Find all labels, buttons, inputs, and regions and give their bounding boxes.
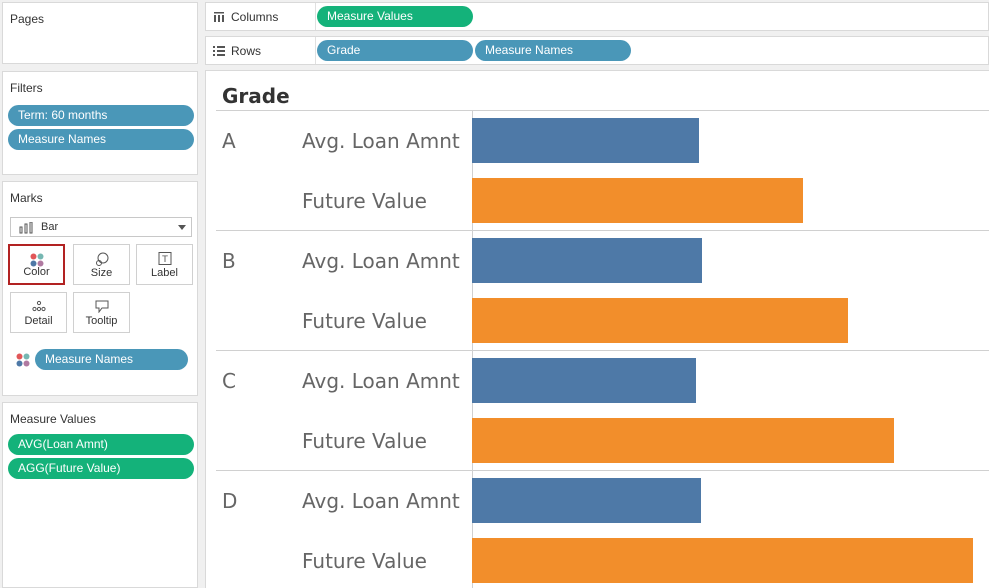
bar-future-value[interactable] [472, 538, 973, 583]
bar-future-value[interactable] [472, 418, 894, 463]
mark-type-label: Bar [41, 221, 59, 233]
columns-measure-values-pill[interactable]: Measure Values [317, 6, 473, 27]
grade-label: A [222, 129, 236, 153]
tooltip-button-label: Tooltip [85, 315, 118, 327]
bar-future-value[interactable] [472, 178, 803, 223]
rows-label: Rows [231, 44, 262, 58]
svg-text:T: T [161, 255, 168, 265]
color-button[interactable]: Color [8, 244, 65, 285]
bar-chart-icon [19, 222, 33, 234]
color-dots-icon [16, 353, 30, 367]
filter-pill-term[interactable]: Term: 60 months [8, 105, 194, 126]
chart-layer: A Avg. Loan Amnt Future Value B Avg. Loan Am… [206, 71, 989, 588]
measure-name-label: Avg. Loan Amnt [302, 249, 460, 273]
pages-card: Pages [2, 2, 198, 64]
shelf-divider [315, 37, 316, 64]
columns-icon [214, 12, 224, 22]
measure-name-label: Avg. Loan Amnt [302, 369, 460, 393]
measure-name-label: Avg. Loan Amnt [302, 129, 460, 153]
mark-type-dropdown[interactable]: Bar [10, 217, 192, 237]
measure-name-label: Future Value [302, 309, 427, 333]
rows-shelf: Rows Grade Measure Names [205, 36, 989, 65]
grade-label: C [222, 369, 236, 393]
bar-avg-loan-amnt[interactable] [472, 478, 701, 523]
bar-future-value[interactable] [472, 298, 848, 343]
measure-values-card: Measure Values AVG(Loan Amnt) AGG(Future… [2, 402, 198, 588]
grade-label: D [222, 489, 238, 513]
measure-pill-avg-loan[interactable]: AVG(Loan Amnt) [8, 434, 194, 455]
tooltip-button[interactable]: Tooltip [73, 292, 130, 333]
filters-title: Filters [10, 81, 43, 95]
marks-card: Marks Bar Color Size T Label Detail Tool… [2, 181, 198, 396]
size-button-label: Size [90, 267, 113, 279]
chart-view: Grade A Avg. Loan Amnt Future Value B Avg. L… [205, 70, 989, 588]
bar-avg-loan-amnt[interactable] [472, 118, 699, 163]
group-divider [216, 470, 989, 471]
size-icon [95, 252, 108, 266]
rows-grade-pill[interactable]: Grade [317, 40, 473, 61]
tooltip-icon [95, 300, 108, 313]
label-button[interactable]: T Label [136, 244, 193, 285]
shelf-divider [315, 3, 316, 30]
bar-avg-loan-amnt[interactable] [472, 358, 696, 403]
color-measure-names-pill[interactable]: Measure Names [35, 349, 188, 370]
color-dots-icon [30, 253, 43, 267]
filter-pill-measure-names[interactable]: Measure Names [8, 129, 194, 150]
detail-button-label: Detail [24, 315, 53, 327]
text-label-icon: T [158, 252, 171, 265]
measure-name-label: Future Value [302, 429, 427, 453]
rows-icon [213, 46, 225, 56]
rows-measure-names-pill[interactable]: Measure Names [475, 40, 631, 61]
measure-name-label: Avg. Loan Amnt [302, 489, 460, 513]
label-button-label: Label [151, 267, 178, 279]
measure-name-label: Future Value [302, 549, 427, 573]
group-divider [216, 350, 989, 351]
chevron-down-icon [178, 225, 186, 230]
marks-title: Marks [10, 191, 43, 205]
measure-pill-future-value[interactable]: AGG(Future Value) [8, 458, 194, 479]
detail-button[interactable]: Detail [10, 292, 67, 333]
measure-values-title: Measure Values [10, 412, 96, 426]
pages-title: Pages [10, 12, 45, 26]
color-button-label: Color [23, 266, 50, 278]
columns-shelf: Columns Measure Values [205, 2, 989, 31]
bar-avg-loan-amnt[interactable] [472, 238, 702, 283]
columns-label: Columns [231, 10, 279, 24]
group-divider [216, 230, 989, 231]
size-button[interactable]: Size [73, 244, 130, 285]
filters-card: Filters Term: 60 months Measure Names [2, 71, 198, 175]
detail-dots-icon [31, 300, 46, 312]
measure-name-label: Future Value [302, 189, 427, 213]
grade-label: B [222, 249, 236, 273]
